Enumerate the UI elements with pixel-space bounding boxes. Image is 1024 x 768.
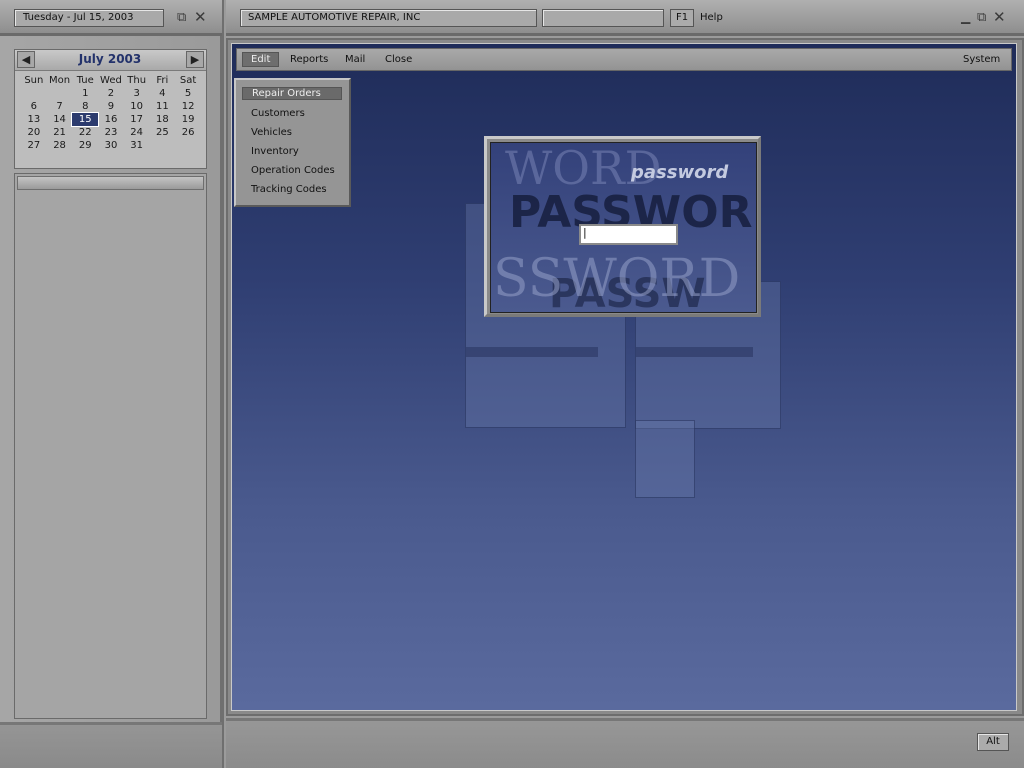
alt-button[interactable]: Alt	[977, 733, 1009, 751]
restore-icon[interactable]: ⧉	[977, 10, 986, 25]
minimize-icon[interactable]: ▁	[961, 10, 970, 24]
menu-item-tracking-codes[interactable]: Tracking Codes	[251, 184, 327, 195]
calendar-day-selected[interactable]: 15	[71, 112, 100, 127]
background-decor-bar-right	[636, 347, 753, 357]
next-month-button[interactable]: ▶	[186, 51, 204, 68]
calendar-day[interactable]: 16	[98, 113, 124, 126]
calendar-day[interactable]: 20	[21, 126, 47, 139]
weekday-label: Wed	[100, 75, 122, 86]
week-row: 20 21 22 23 24 25 26	[21, 126, 201, 139]
status-field	[542, 9, 664, 27]
list-header-bar	[17, 176, 204, 190]
calendar: ◀ July 2003 ▶ Sun Mon Tue Wed Thu Fri Sa…	[14, 49, 207, 169]
menu-reports[interactable]: Reports	[290, 54, 328, 65]
week-row: 27 28 29 30 31	[21, 139, 201, 152]
week-row: 6 7 8 9 10 11 12	[21, 100, 201, 113]
menu-item-operation-codes[interactable]: Operation Codes	[251, 165, 335, 176]
calendar-day[interactable]: 14	[47, 113, 73, 126]
edit-dropdown-menu: Repair Orders Customers Vehicles Invento…	[234, 78, 351, 207]
reminder-list[interactable]	[14, 173, 207, 719]
calendar-day[interactable]: 17	[124, 113, 150, 126]
weekday-label: Tue	[76, 75, 94, 86]
menu-item-inventory[interactable]: Inventory	[251, 146, 299, 157]
chevron-right-icon: ▶	[190, 53, 200, 66]
background-decor-bar-left	[466, 347, 598, 357]
weekday-label: Sun	[24, 75, 44, 86]
calendar-day[interactable]: 30	[98, 139, 124, 152]
calendar-day[interactable]: 19	[175, 113, 201, 126]
close-icon[interactable]: ✕	[194, 8, 207, 26]
calendar-day[interactable]: 13	[21, 113, 47, 126]
menu-close[interactable]: Close	[385, 54, 412, 65]
chevron-left-icon: ◀	[21, 53, 31, 66]
menu-mail[interactable]: Mail	[345, 54, 365, 65]
calendar-day[interactable]: 10	[124, 100, 150, 113]
menu-item-customers[interactable]: Customers	[251, 108, 305, 119]
calendar-day[interactable]: 9	[98, 100, 124, 113]
calendar-day[interactable]	[175, 139, 201, 152]
week-row: 13 14 15 16 17 18 19	[21, 112, 201, 127]
weekday-label: Fri	[156, 75, 169, 86]
calendar-day[interactable]: 11	[150, 100, 176, 113]
calendar-grid: Sun Mon Tue Wed Thu Fri Sat 1 2 3 4 5 6 …	[21, 74, 201, 152]
calendar-day[interactable]: 8	[72, 100, 98, 113]
password-input[interactable]: |	[579, 224, 678, 245]
calendar-day[interactable]: 5	[175, 87, 201, 100]
calendar-day[interactable]	[150, 139, 176, 152]
calendar-day[interactable]: 1	[72, 87, 98, 100]
calendar-day[interactable]	[21, 87, 47, 100]
menu-item-vehicles[interactable]: Vehicles	[251, 127, 292, 138]
password-title: password	[631, 162, 729, 183]
calendar-day[interactable]: 31	[124, 139, 150, 152]
weekday-row: Sun Mon Tue Wed Thu Fri Sat	[21, 74, 201, 87]
calendar-day[interactable]: 18	[150, 113, 176, 126]
calendar-day[interactable]: 4	[150, 87, 176, 100]
calendar-day[interactable]: 24	[124, 126, 150, 139]
calendar-day[interactable]	[47, 87, 73, 100]
password-dialog-body: WORD PASSWORD PASSW SSWORD password |	[490, 142, 757, 313]
calendar-day[interactable]: 12	[175, 100, 201, 113]
menu-system[interactable]: System	[963, 54, 1000, 65]
calendar-day[interactable]: 22	[72, 126, 98, 139]
close-icon[interactable]: ✕	[993, 8, 1006, 26]
calendar-day[interactable]: 2	[98, 87, 124, 100]
calendar-day[interactable]: 6	[21, 100, 47, 113]
calendar-day[interactable]: 7	[47, 100, 73, 113]
watermark-text: SSWORD	[493, 249, 741, 309]
menu-edit[interactable]: Edit	[242, 52, 280, 67]
calendar-day[interactable]: 27	[21, 139, 47, 152]
f1-button[interactable]: F1	[670, 9, 694, 27]
calendar-day[interactable]: 3	[124, 87, 150, 100]
company-name: SAMPLE AUTOMOTIVE REPAIR, INC	[240, 9, 537, 27]
left-footer	[0, 722, 222, 768]
calendar-day[interactable]: 21	[47, 126, 73, 139]
date-display: Tuesday - Jul 15, 2003	[14, 9, 164, 27]
help-link[interactable]: Help	[700, 12, 723, 23]
main-footer	[226, 718, 1024, 768]
calendar-month-title: July 2003	[78, 52, 142, 66]
menu-item-repair-orders[interactable]: Repair Orders	[242, 87, 342, 100]
calendar-day[interactable]: 26	[175, 126, 201, 139]
calendar-day[interactable]: 29	[72, 139, 98, 152]
weekday-label: Thu	[127, 75, 147, 86]
week-row: 1 2 3 4 5	[21, 87, 201, 100]
restore-icon[interactable]: ⧉	[177, 10, 186, 25]
background-decor-stem	[635, 420, 695, 498]
calendar-day[interactable]: 25	[150, 126, 176, 139]
prev-month-button[interactable]: ◀	[17, 51, 35, 68]
calendar-day[interactable]: 28	[47, 139, 73, 152]
weekday-label: Mon	[49, 75, 71, 86]
calendar-day[interactable]: 23	[98, 126, 124, 139]
password-dialog: WORD PASSWORD PASSW SSWORD password |	[484, 136, 761, 317]
weekday-label: Sat	[179, 75, 197, 86]
